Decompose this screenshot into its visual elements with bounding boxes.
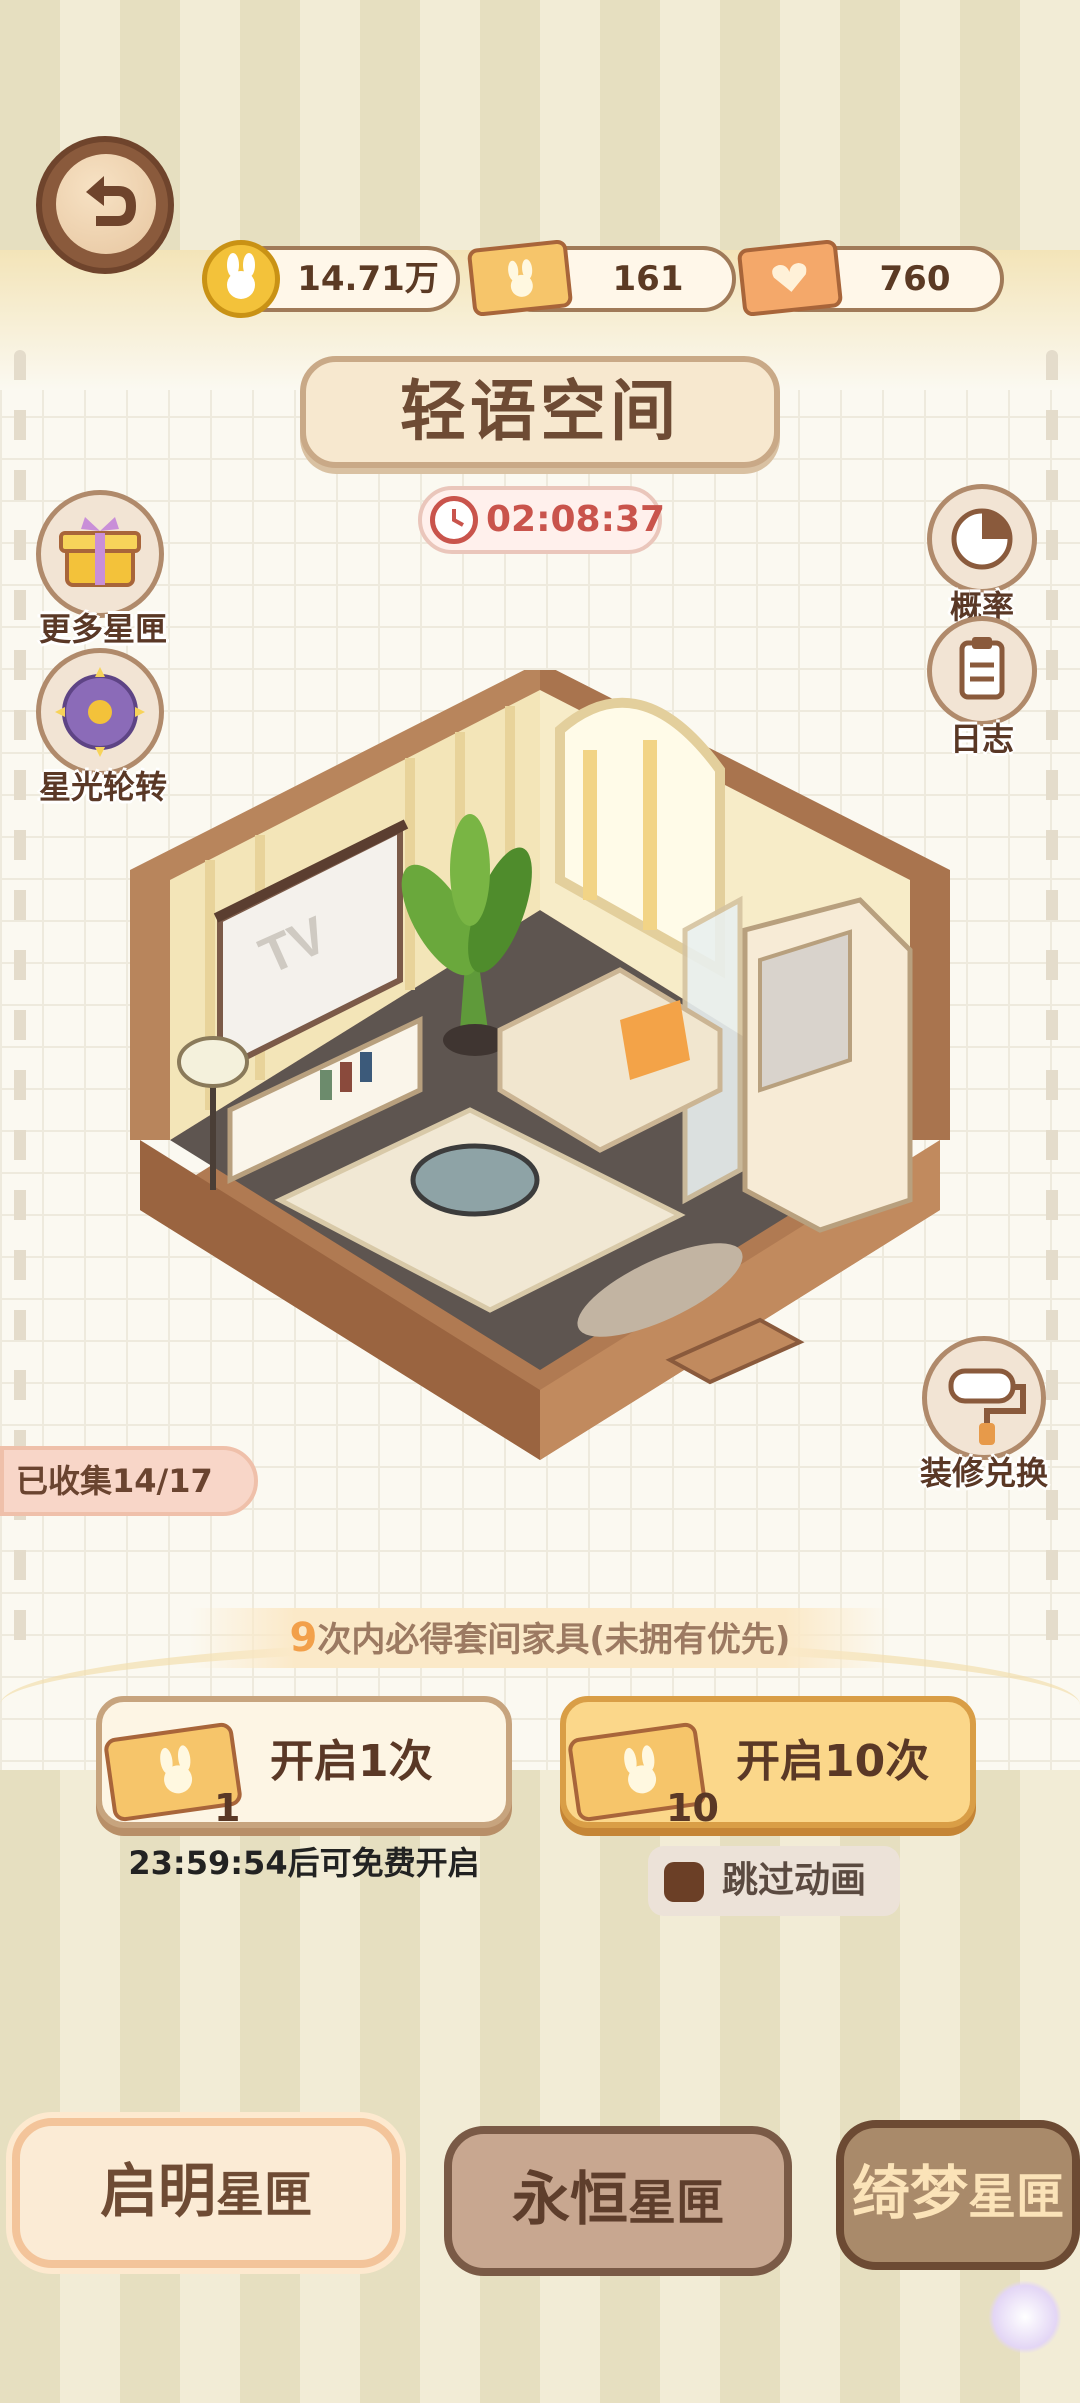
probability-button[interactable]: 概率	[918, 484, 1046, 628]
guarantee-text: 次内必得套间家具(未拥有优先)	[317, 1620, 791, 1660]
open-once-label: 开启1次	[270, 1736, 433, 1787]
more-boxes-button[interactable]: 更多星匣	[28, 490, 178, 650]
tab-qiming-main: 启明	[99, 2157, 216, 2225]
gift-box-icon	[36, 490, 164, 618]
room-title-banner: 轻语空间	[300, 356, 780, 468]
rabbit-coin-icon	[202, 240, 280, 318]
tab-yongheng-sub: 星匣	[628, 2175, 725, 2231]
tab-qimeng-sub: 星匣	[968, 2169, 1065, 2225]
more-boxes-label: 更多星匣	[38, 610, 167, 648]
countdown-timer: 02:08:37	[418, 486, 666, 554]
collected-text: 已收集14/17	[16, 1462, 213, 1500]
back-button[interactable]	[36, 136, 174, 274]
room-title: 轻语空间	[400, 373, 680, 450]
rabbit-ticket-icon	[466, 238, 574, 318]
open-once-cost: 1	[214, 1786, 241, 1830]
tab-yongheng-main: 永恒	[511, 2165, 628, 2233]
clock-icon	[430, 496, 478, 544]
tab-qiming-box[interactable]: 启明星匣	[12, 2118, 400, 2268]
guarantee-count: 9	[289, 1615, 318, 1661]
sparkle-icon[interactable]	[988, 2280, 1062, 2354]
open-ten-button[interactable]: 10 开启10次	[560, 1696, 976, 1830]
tab-yongheng-box[interactable]: 永恒星匣	[444, 2126, 792, 2276]
heart-ticket-icon	[736, 238, 844, 318]
open-once-button[interactable]: 1 开启1次	[96, 1696, 512, 1830]
guarantee-banner: 9次内必得套间家具(未拥有优先)	[190, 1608, 890, 1668]
skip-animation-toggle[interactable]: 跳过动画	[648, 1846, 900, 1916]
pie-chart-icon	[927, 484, 1037, 594]
open-ten-cost: 10	[666, 1786, 719, 1830]
tab-qimeng-box[interactable]: 绮梦星匣	[836, 2120, 1080, 2270]
skip-checkbox[interactable]	[664, 1862, 704, 1902]
tab-qimeng-main: 绮梦	[851, 2159, 968, 2227]
collected-progress-badge: 已收集14/17	[0, 1446, 258, 1516]
open-ten-label: 开启10次	[736, 1736, 930, 1787]
back-arrow-icon	[56, 154, 156, 254]
free-open-countdown: 23:59:54后可免费开启	[128, 1844, 480, 1882]
room-illustration: TV	[130, 670, 950, 1460]
skip-animation-label: 跳过动画	[722, 1860, 867, 1901]
tab-qiming-sub: 星匣	[216, 2167, 313, 2223]
timer-text: 02:08:37	[486, 499, 666, 540]
